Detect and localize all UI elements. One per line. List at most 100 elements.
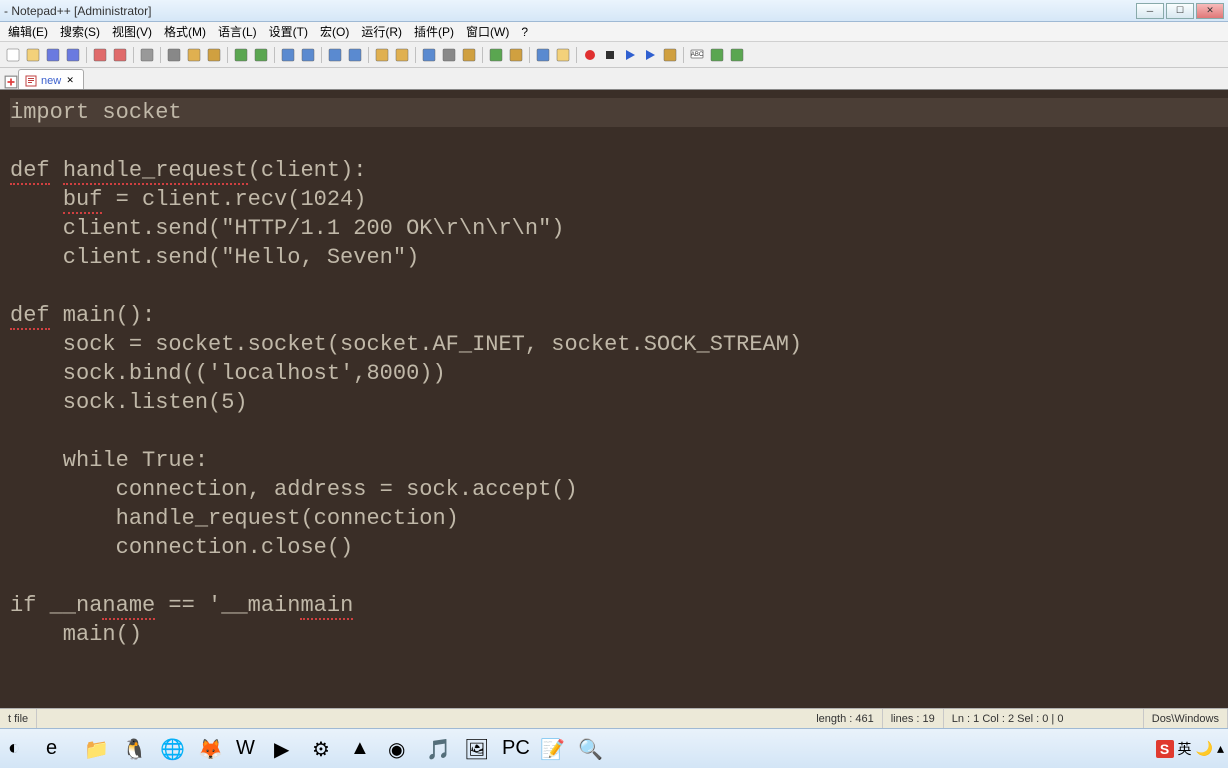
undo-icon <box>233 47 249 63</box>
new-tab-button[interactable] <box>4 75 18 89</box>
word-wrap-button[interactable] <box>420 46 438 64</box>
new-file-button[interactable] <box>4 46 22 64</box>
taskbar-search[interactable]: 🔍 <box>574 733 606 765</box>
save-icon <box>45 47 61 63</box>
redo-button[interactable] <box>252 46 270 64</box>
undo-button[interactable] <box>232 46 250 64</box>
taskbar-video[interactable]: ▶ <box>270 733 302 765</box>
code-line: handle_request(connection) <box>10 504 1228 533</box>
print-button[interactable] <box>138 46 156 64</box>
macro-record-icon <box>582 47 598 63</box>
taskbar-start[interactable]: ◐ <box>4 733 36 765</box>
spell-prev-button[interactable] <box>728 46 746 64</box>
macro-save-button[interactable] <box>661 46 679 64</box>
code-line <box>10 127 1228 156</box>
sync-h-button[interactable] <box>393 46 411 64</box>
menu-t[interactable]: 设置(T) <box>263 21 314 42</box>
toolbar-separator <box>160 47 161 63</box>
menu-e[interactable]: 编辑(E) <box>2 21 54 42</box>
zoom-in-button[interactable] <box>326 46 344 64</box>
open-file-icon <box>25 47 41 63</box>
spell-prev-icon <box>729 47 745 63</box>
menu-s[interactable]: 搜索(S) <box>54 21 106 42</box>
taskbar-firefox[interactable]: 🦊 <box>194 733 226 765</box>
word-wrap-icon <box>421 47 437 63</box>
func-list-button[interactable] <box>534 46 552 64</box>
taskbar-chrome[interactable]: ◉ <box>384 733 416 765</box>
doc-map-button[interactable] <box>507 46 525 64</box>
menu-[interactable]: ? <box>515 23 534 41</box>
save-button[interactable] <box>44 46 62 64</box>
status-eol: Dos\Windows <box>1144 709 1228 728</box>
menu-m[interactable]: 格式(M) <box>158 21 212 42</box>
taskbar-explorer[interactable]: 📁 <box>80 733 112 765</box>
cut-button[interactable] <box>165 46 183 64</box>
close-button[interactable]: ✕ <box>1196 3 1224 19</box>
menu-w[interactable]: 窗口(W) <box>460 21 515 42</box>
code-line <box>10 562 1228 591</box>
minimize-button[interactable]: ─ <box>1136 3 1164 19</box>
code-line: def main(): <box>10 301 1228 330</box>
replace-button[interactable] <box>299 46 317 64</box>
taskbar-gear[interactable]: ⚙ <box>308 733 340 765</box>
folder-button[interactable] <box>554 46 572 64</box>
show-all-button[interactable] <box>440 46 458 64</box>
menu-r[interactable]: 运行(R) <box>355 21 408 42</box>
macro-play-button[interactable] <box>621 46 639 64</box>
open-file-button[interactable] <box>24 46 42 64</box>
sync-v-button[interactable] <box>373 46 391 64</box>
copy-button[interactable] <box>185 46 203 64</box>
code-line: while True: <box>10 446 1228 475</box>
taskbar-word[interactable]: W <box>232 733 264 765</box>
taskbar-pycharm[interactable]: PC <box>498 733 530 765</box>
svg-text:ABC: ABC <box>691 52 704 58</box>
menu-v[interactable]: 视图(V) <box>106 21 158 42</box>
lang-button[interactable] <box>487 46 505 64</box>
taskbar-browser[interactable]: 🌐 <box>156 733 188 765</box>
toolbar-separator <box>86 47 87 63</box>
macro-play-multi-button[interactable] <box>641 46 659 64</box>
taskbar-music[interactable]: 🎵 <box>422 733 454 765</box>
zoom-out-button[interactable] <box>346 46 364 64</box>
taskbar-vlc[interactable]: ▲ <box>346 733 378 765</box>
new-file-icon <box>5 47 21 63</box>
pycharm-icon: PC <box>502 737 526 761</box>
save-all-button[interactable] <box>64 46 82 64</box>
code-line: client.send("Hello, Seven") <box>10 243 1228 272</box>
paste-button[interactable] <box>205 46 223 64</box>
menu-o[interactable]: 宏(O) <box>314 21 355 42</box>
menu-p[interactable]: 插件(P) <box>408 21 460 42</box>
taskbar-qq[interactable]: 🐧 <box>118 733 150 765</box>
code-line: sock.listen(5) <box>10 388 1228 417</box>
close-all-button[interactable] <box>111 46 129 64</box>
find-button[interactable] <box>279 46 297 64</box>
maximize-button[interactable]: ☐ <box>1166 3 1194 19</box>
tab-close-button[interactable]: ✕ <box>65 76 75 86</box>
ime-badge[interactable]: S <box>1156 740 1174 758</box>
macro-record-button[interactable] <box>581 46 599 64</box>
macro-stop-button[interactable] <box>601 46 619 64</box>
chrome-icon: ◉ <box>388 737 412 761</box>
spell-next-button[interactable] <box>708 46 726 64</box>
taskbar-notepad[interactable]: 📝 <box>536 733 568 765</box>
toolbar-separator <box>576 47 577 63</box>
replace-icon <box>300 47 316 63</box>
status-lines: lines : 19 <box>883 709 944 728</box>
tray-lang[interactable]: 英 <box>1178 739 1192 759</box>
taskbar-ie[interactable]: e <box>42 733 74 765</box>
image-icon: 🖼 <box>464 737 488 761</box>
word-icon: W <box>236 737 260 761</box>
toolbar-separator <box>529 47 530 63</box>
tab-new[interactable]: new ✕ <box>18 69 84 89</box>
system-tray: S英🌙▴ <box>1156 739 1224 759</box>
code-editor[interactable]: import socket def handle_request(client)… <box>0 90 1228 708</box>
search-icon: 🔍 <box>578 737 602 761</box>
toolbar-separator <box>368 47 369 63</box>
tray-chevron-icon[interactable]: ▴ <box>1217 740 1224 757</box>
close-button[interactable] <box>91 46 109 64</box>
taskbar-image[interactable]: 🖼 <box>460 733 492 765</box>
code-line: main() <box>10 620 1228 649</box>
spell-button[interactable]: ABC <box>688 46 706 64</box>
indent-guide-button[interactable] <box>460 46 478 64</box>
menu-l[interactable]: 语言(L) <box>212 21 263 42</box>
